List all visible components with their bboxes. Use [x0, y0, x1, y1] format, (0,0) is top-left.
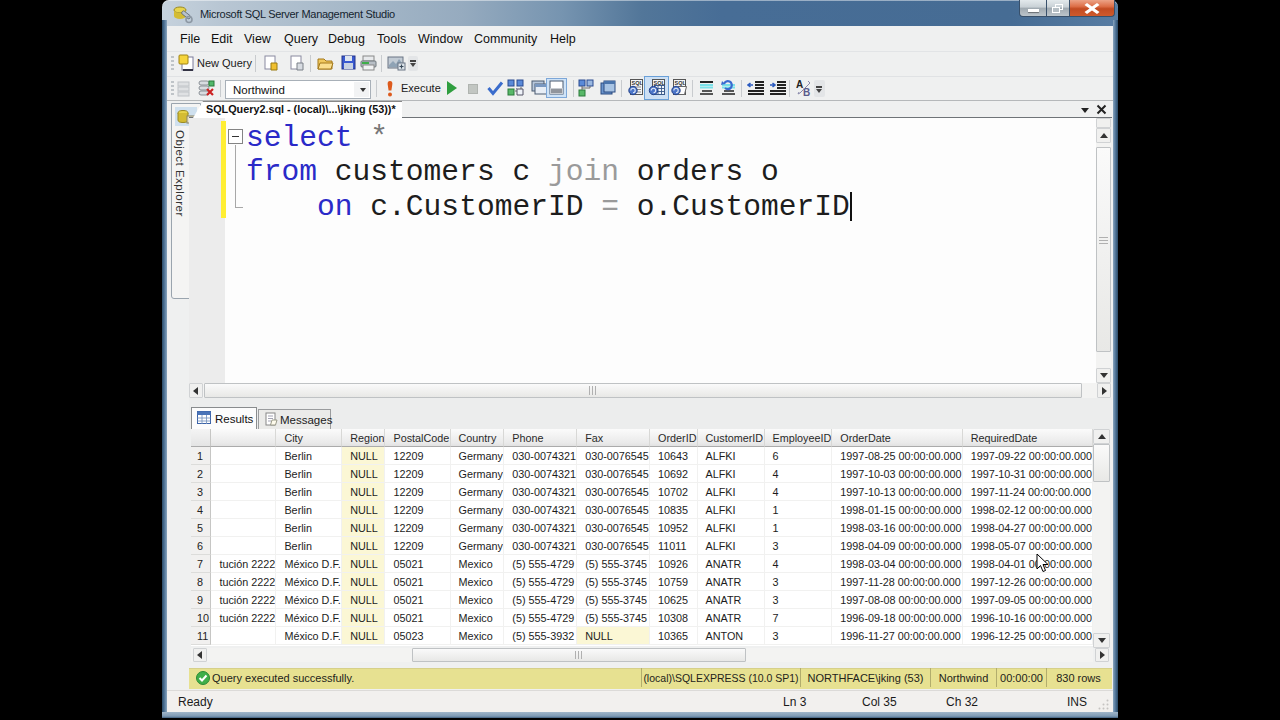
svg-text:SQL: SQL — [632, 80, 644, 86]
svg-text:SQL: SQL — [675, 80, 687, 86]
